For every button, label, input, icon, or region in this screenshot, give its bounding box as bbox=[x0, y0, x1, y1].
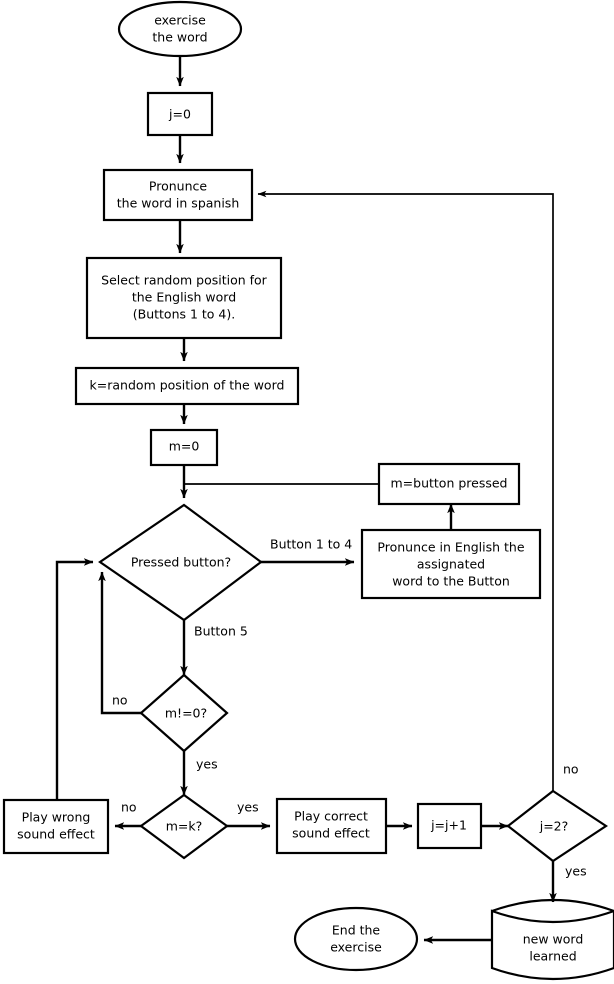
m-not-zero-label: m!=0? bbox=[165, 706, 207, 721]
edge-play-wrong-loop bbox=[55, 558, 94, 800]
pressed-button-label: Pressed button? bbox=[131, 555, 231, 570]
edge-label-j-equals-two-yes: yes bbox=[565, 864, 587, 879]
m-equals-k-label: m=k? bbox=[166, 819, 203, 834]
play-correct-label-line2: sound effect bbox=[292, 826, 370, 841]
edge-label-m-not-zero-no: no bbox=[112, 693, 128, 708]
select-random-label-line1: Select random position for bbox=[101, 273, 268, 288]
node-new-word-learned[interactable]: new word learned bbox=[490, 898, 614, 981]
pronounce-spanish-label-line1: Pronunce bbox=[149, 179, 207, 194]
m-button-pressed-label: m=button pressed bbox=[391, 476, 508, 491]
node-pronounce-spanish[interactable]: Pronunce the word in spanish bbox=[102, 168, 254, 222]
node-m-init[interactable]: m=0 bbox=[149, 428, 219, 467]
flowchart-svg: exercise the word j=0 Pronunce the word … bbox=[2, 0, 614, 981]
pronounce-english-label-line3: word to the Button bbox=[392, 574, 510, 589]
node-j-increment[interactable]: j=j+1 bbox=[416, 802, 483, 850]
pronounce-english-label-line1: Pronunce in English the bbox=[377, 540, 524, 555]
j-increment-label: j=j+1 bbox=[430, 818, 467, 833]
node-j-equals-two[interactable]: j=2? bbox=[506, 789, 608, 863]
j-init-label: j=0 bbox=[168, 107, 191, 122]
end-label-line2: exercise bbox=[330, 940, 382, 955]
edge-label-button-1-to-4: Button 1 to 4 bbox=[270, 537, 352, 552]
edge-label-m-equals-k-no: no bbox=[121, 800, 137, 815]
node-pressed-button[interactable]: Pressed button? bbox=[98, 503, 263, 622]
play-correct-label-line1: Play correct bbox=[294, 809, 368, 824]
pronounce-english-label-line2: assignated bbox=[417, 557, 485, 572]
node-start[interactable]: exercise the word bbox=[117, 0, 243, 58]
node-play-correct[interactable]: Play correct sound effect bbox=[275, 797, 388, 855]
flowchart-canvas: exercise the word j=0 Pronunce the word … bbox=[0, 0, 614, 984]
node-j-init[interactable]: j=0 bbox=[146, 91, 214, 137]
node-pronounce-english[interactable]: Pronunce in English the assignated word … bbox=[360, 528, 542, 600]
node-m-equals-k[interactable]: m=k? bbox=[139, 793, 229, 860]
start-label-line2: the word bbox=[152, 30, 207, 45]
node-end[interactable]: End the exercise bbox=[293, 906, 419, 972]
play-wrong-label-line1: Play wrong bbox=[22, 810, 91, 825]
j-equals-two-label: j=2? bbox=[539, 819, 569, 834]
m-init-label: m=0 bbox=[169, 439, 200, 454]
node-play-wrong[interactable]: Play wrong sound effect bbox=[2, 798, 110, 855]
edge-label-m-not-zero-yes: yes bbox=[196, 757, 218, 772]
edge-label-j-equals-two-no: no bbox=[563, 762, 579, 777]
edge-label-button-5: Button 5 bbox=[194, 624, 248, 639]
start-label-line1: exercise bbox=[154, 13, 206, 28]
node-k-random[interactable]: k=random position of the word bbox=[74, 366, 300, 406]
edge-label-m-equals-k-yes: yes bbox=[237, 800, 259, 815]
node-m-button-pressed[interactable]: m=button pressed bbox=[377, 462, 521, 506]
node-m-not-zero[interactable]: m!=0? bbox=[139, 673, 229, 753]
new-word-learned-label-line1: new word bbox=[523, 932, 584, 947]
node-select-random[interactable]: Select random position for the English w… bbox=[85, 256, 283, 340]
play-wrong-label-line2: sound effect bbox=[17, 827, 95, 842]
new-word-learned-label-line2: learned bbox=[529, 949, 576, 964]
pronounce-spanish-label-line2: the word in spanish bbox=[117, 196, 240, 211]
end-label-line1: End the bbox=[332, 923, 381, 938]
select-random-label-line2: the English word bbox=[132, 290, 236, 305]
k-random-label: k=random position of the word bbox=[90, 378, 285, 393]
select-random-label-line3: (Buttons 1 to 4). bbox=[133, 307, 235, 322]
